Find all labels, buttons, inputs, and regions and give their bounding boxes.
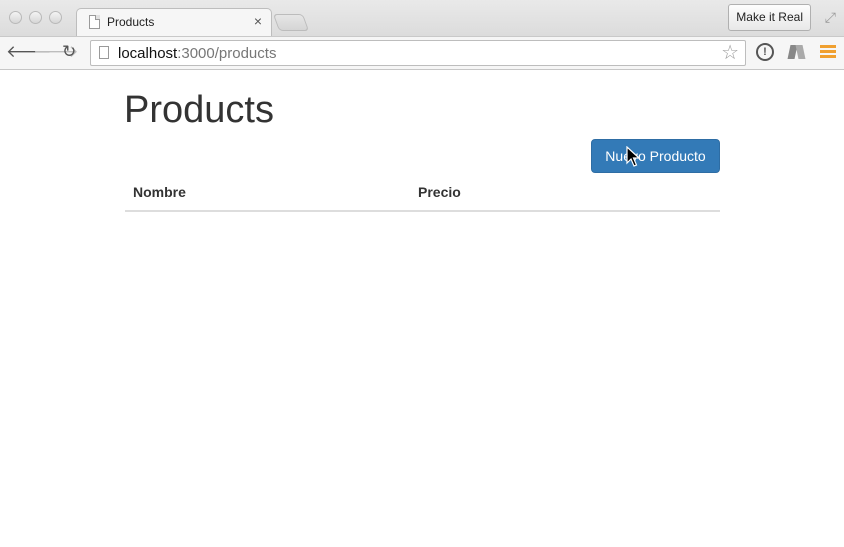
hamburger-menu-icon[interactable] (820, 45, 836, 59)
browser-tab-bar: Products × Make it Real ⤢ (0, 0, 844, 36)
address-bar[interactable]: localhost:3000/products ☆ (90, 40, 746, 66)
url-host: localhost (118, 45, 178, 62)
fullscreen-icon[interactable]: ⤢ (825, 9, 836, 26)
close-window-button[interactable] (9, 11, 22, 24)
star-icon[interactable]: ☆ (721, 41, 739, 65)
url-path: :3000/products (177, 45, 277, 62)
page-content: Products Nuevo Producto Nombre Precio (0, 71, 844, 547)
table-header-row: Nombre Precio (125, 177, 720, 212)
column-header-price: Precio (410, 177, 720, 212)
products-table: Nombre Precio (125, 177, 720, 212)
book-icon[interactable] (787, 43, 805, 61)
new-tab-button[interactable] (272, 14, 310, 31)
reload-icon[interactable]: ↻ (62, 42, 76, 62)
new-product-button[interactable]: Nuevo Producto (591, 139, 720, 173)
minimize-window-button[interactable] (29, 11, 42, 24)
mouse-cursor-icon (626, 146, 641, 167)
column-header-name: Nombre (125, 177, 410, 212)
tab-title: Products (107, 15, 155, 29)
close-icon[interactable]: × (254, 13, 262, 29)
browser-tab-products[interactable]: Products × (76, 8, 272, 36)
page-icon (89, 15, 100, 29)
make-it-real-button[interactable]: Make it Real (728, 4, 811, 31)
zoom-window-button[interactable] (49, 11, 62, 24)
info-icon[interactable]: ! (756, 43, 774, 61)
page-icon (99, 46, 109, 59)
url-text[interactable]: localhost:3000/products (118, 45, 276, 62)
browser-toolbar: 🡐 🡒 ↻ localhost:3000/products ☆ ! (0, 36, 844, 70)
page-title: Products (124, 89, 274, 131)
